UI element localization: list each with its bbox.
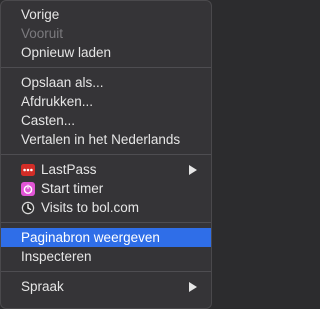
menu-item-label: Start timer xyxy=(41,181,104,196)
context-menu: Vorige Vooruit Opnieuw laden Opslaan als… xyxy=(0,0,212,309)
menu-item-save-as[interactable]: Opslaan als... xyxy=(1,73,211,92)
menu-item-cast[interactable]: Casten... xyxy=(1,111,211,130)
menu-item-forward: Vooruit xyxy=(1,24,211,43)
menu-separator xyxy=(1,67,211,68)
menu-item-label: LastPass xyxy=(41,162,97,177)
menu-item-speech[interactable]: Spraak xyxy=(1,277,211,296)
menu-item-back[interactable]: Vorige xyxy=(1,5,211,24)
menu-item-inspect[interactable]: Inspecteren xyxy=(1,247,211,266)
menu-item-lastpass[interactable]: LastPass xyxy=(1,160,211,179)
menu-item-label: Casten... xyxy=(21,113,76,128)
menu-separator xyxy=(1,271,211,272)
lastpass-icon xyxy=(21,163,35,177)
submenu-arrow-icon xyxy=(189,281,197,292)
menu-item-label: Vooruit xyxy=(21,26,64,41)
menu-separator xyxy=(1,222,211,223)
menu-item-label: Opslaan als... xyxy=(21,75,104,90)
menu-item-view-source[interactable]: Paginabron weergeven xyxy=(1,228,211,247)
clock-icon xyxy=(21,201,35,215)
menu-item-label: Visits to bol.com xyxy=(41,200,140,215)
menu-item-visits[interactable]: Visits to bol.com xyxy=(1,198,211,217)
submenu-arrow-icon xyxy=(189,164,197,175)
menu-item-label: Afdrukken... xyxy=(21,94,94,109)
menu-separator xyxy=(1,154,211,155)
menu-item-start-timer[interactable]: Start timer xyxy=(1,179,211,198)
menu-item-translate[interactable]: Vertalen in het Nederlands xyxy=(1,130,211,149)
menu-item-label: Vertalen in het Nederlands xyxy=(21,132,181,147)
menu-item-reload[interactable]: Opnieuw laden xyxy=(1,43,211,62)
menu-item-print[interactable]: Afdrukken... xyxy=(1,92,211,111)
power-timer-icon xyxy=(21,181,35,196)
menu-item-label: Vorige xyxy=(21,7,60,22)
menu-item-label: Opnieuw laden xyxy=(21,45,112,60)
menu-item-label: Spraak xyxy=(21,279,64,294)
menu-item-label: Inspecteren xyxy=(21,249,92,264)
menu-item-label: Paginabron weergeven xyxy=(21,230,160,245)
